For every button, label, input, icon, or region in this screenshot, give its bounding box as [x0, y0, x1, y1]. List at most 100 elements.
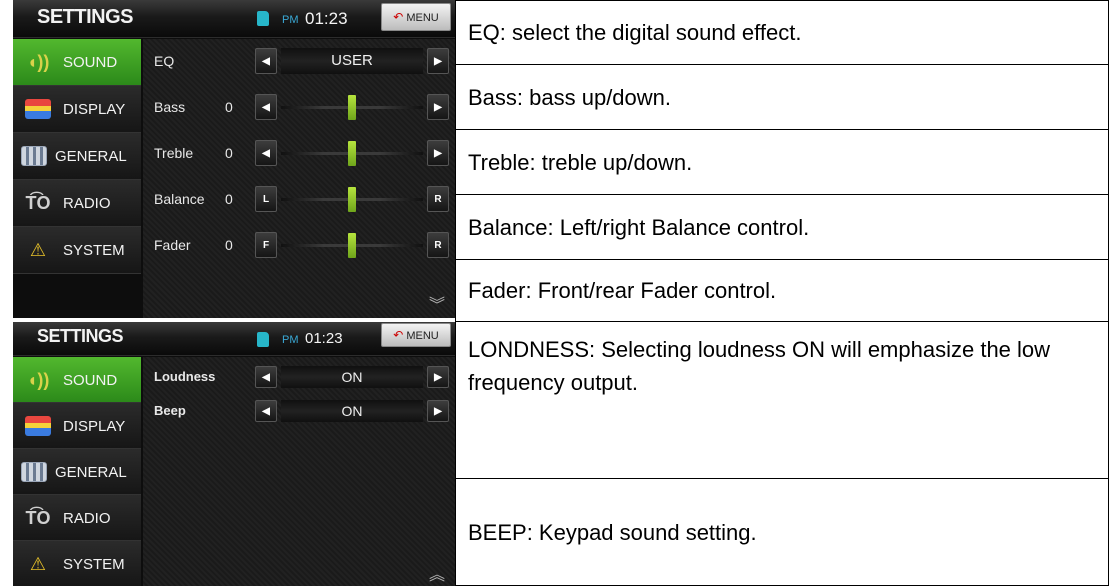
- sidebar-item-general[interactable]: GENERAL: [13, 449, 141, 495]
- desc-treble: Treble: treble up/down.: [455, 129, 1109, 195]
- radio-icon: T͡O: [25, 192, 51, 213]
- desc-loudness: LONDNESS: Selecting loudness ON will emp…: [455, 321, 1109, 479]
- treble-label: Treble: [154, 145, 194, 161]
- fader-value: 0: [225, 237, 233, 253]
- bass-label: Bass: [154, 99, 186, 115]
- settings-panel: Loudness ◀ ON ▶ Beep ◀ ON ▶ ︽: [143, 357, 455, 586]
- desc-bass: Bass: bass up/down.: [455, 64, 1109, 130]
- treble-slider-thumb[interactable]: [348, 141, 356, 166]
- description-table: EQ: select the digital sound effect. Bas…: [455, 0, 1109, 586]
- desc-beep: BEEP: Keypad sound setting.: [455, 478, 1109, 586]
- sidebar-item-display[interactable]: DISPLAY: [13, 403, 141, 449]
- sidebar-item-display[interactable]: DISPLAY: [13, 86, 141, 133]
- desc-eq: EQ: select the digital sound effect.: [455, 0, 1109, 65]
- sidebar-item-label: GENERAL: [55, 464, 127, 481]
- system-icon: ⚠: [29, 239, 47, 260]
- scroll-up-icon[interactable]: ︽: [429, 561, 445, 585]
- eq-next-button[interactable]: ▶: [427, 48, 449, 74]
- general-icon: [19, 459, 49, 485]
- speaker-icon: ◖)): [26, 51, 50, 72]
- radio-icon: T͡O: [25, 507, 51, 528]
- balance-left-button[interactable]: L: [255, 186, 277, 212]
- balance-slider-thumb[interactable]: [348, 187, 356, 212]
- menu-button[interactable]: ↶ MENU: [381, 323, 451, 347]
- treble-up-button[interactable]: ▶: [427, 140, 449, 166]
- loudness-row: Loudness ◀ ON ▶: [143, 363, 455, 391]
- desc-fader: Fader: Front/rear Fader control.: [455, 259, 1109, 322]
- fader-front-button[interactable]: F: [255, 232, 277, 258]
- bass-value: 0: [225, 99, 233, 115]
- system-icon: ⚠: [29, 553, 47, 574]
- sidebar-item-system[interactable]: ⚠ SYSTEM: [13, 541, 141, 586]
- fader-rear-button[interactable]: R: [427, 232, 449, 258]
- clock-ampm: PM: [282, 334, 299, 346]
- clock-ampm: PM: [282, 14, 299, 26]
- bass-up-button[interactable]: ▶: [427, 94, 449, 120]
- fader-slider-thumb[interactable]: [348, 233, 356, 258]
- bass-slider-thumb[interactable]: [348, 95, 356, 120]
- sidebar-item-label: RADIO: [63, 195, 111, 212]
- balance-value: 0: [225, 191, 233, 207]
- loudness-next-button[interactable]: ▶: [427, 366, 449, 388]
- beep-next-button[interactable]: ▶: [427, 400, 449, 422]
- bass-down-button[interactable]: ◀: [255, 94, 277, 120]
- treble-value: 0: [225, 145, 233, 161]
- beep-prev-button[interactable]: ◀: [255, 400, 277, 422]
- beep-label: Beep: [154, 403, 186, 418]
- sidebar-item-label: SYSTEM: [63, 556, 125, 573]
- clock-time: 01:23: [305, 330, 343, 347]
- back-arrow-icon: ↶: [393, 10, 404, 24]
- beep-value: ON: [281, 400, 423, 422]
- sidebar-item-label: GENERAL: [55, 148, 127, 165]
- menu-button-label: MENU: [406, 12, 439, 24]
- sidebar-item-radio[interactable]: T͡O RADIO: [13, 495, 141, 541]
- eq-label: EQ: [154, 53, 175, 69]
- bass-row: Bass 0 ◀ ▶: [143, 85, 455, 131]
- page-title: SETTINGS: [37, 326, 124, 346]
- treble-down-button[interactable]: ◀: [255, 140, 277, 166]
- back-arrow-icon: ↶: [393, 328, 404, 342]
- eq-row: EQ ◀ USER ▶: [143, 39, 455, 85]
- loudness-prev-button[interactable]: ◀: [255, 366, 277, 388]
- menu-button-label: MENU: [406, 330, 439, 342]
- desc-balance: Balance: Left/right Balance control.: [455, 194, 1109, 260]
- beep-row: Beep ◀ ON ▶: [143, 397, 455, 425]
- sidebar-item-sound[interactable]: ◖)) SOUND: [13, 357, 141, 403]
- header-bar: SETTINGS PM 01:23 ↶ MENU: [13, 0, 455, 38]
- speaker-icon: ◖)): [26, 369, 50, 390]
- loudness-label: Loudness: [154, 369, 216, 384]
- sidebar-item-label: SYSTEM: [63, 242, 125, 259]
- sidebar: ◖)) SOUND DISPLAY GENERAL T͡O RADIO ⚠ SY…: [13, 39, 141, 274]
- sidebar-item-label: DISPLAY: [63, 101, 126, 118]
- sd-card-icon: [257, 332, 269, 347]
- balance-row: Balance 0 L R: [143, 177, 455, 223]
- fader-row: Fader 0 F R: [143, 223, 455, 269]
- display-icon: [23, 413, 53, 439]
- header-bar: SETTINGS PM 01:23 ↶ MENU: [13, 322, 455, 356]
- fader-label: Fader: [154, 237, 191, 253]
- scroll-down-icon[interactable]: ︾: [429, 291, 445, 315]
- settings-screen-2: SETTINGS PM 01:23 ↶ MENU ◖)) SOUND DISPLA…: [13, 322, 455, 586]
- sidebar-item-label: RADIO: [63, 510, 111, 527]
- menu-button[interactable]: ↶ MENU: [381, 3, 451, 31]
- sidebar-item-sound[interactable]: ◖)) SOUND: [13, 39, 141, 86]
- balance-right-button[interactable]: R: [427, 186, 449, 212]
- sidebar-item-label: DISPLAY: [63, 418, 126, 435]
- sidebar-item-radio[interactable]: T͡O RADIO: [13, 180, 141, 227]
- display-icon: [23, 96, 53, 122]
- sidebar: ◖)) SOUND DISPLAY GENERAL T͡O RADIO ⚠ SY…: [13, 357, 141, 586]
- sd-card-icon: [257, 11, 269, 26]
- balance-label: Balance: [154, 191, 205, 207]
- settings-panel: EQ ◀ USER ▶ Bass 0 ◀ ▶ Treble 0 ◀ ▶ Bala…: [143, 39, 455, 318]
- treble-row: Treble 0 ◀ ▶: [143, 131, 455, 177]
- clock-time: 01:23: [305, 9, 348, 28]
- sidebar-item-label: SOUND: [63, 372, 118, 389]
- sidebar-item-system[interactable]: ⚠ SYSTEM: [13, 227, 141, 274]
- eq-prev-button[interactable]: ◀: [255, 48, 277, 74]
- eq-value: USER: [281, 48, 423, 74]
- page-title: SETTINGS: [37, 6, 134, 28]
- general-icon: [19, 143, 49, 169]
- loudness-value: ON: [281, 366, 423, 388]
- sidebar-item-general[interactable]: GENERAL: [13, 133, 141, 180]
- sidebar-item-label: SOUND: [63, 54, 118, 71]
